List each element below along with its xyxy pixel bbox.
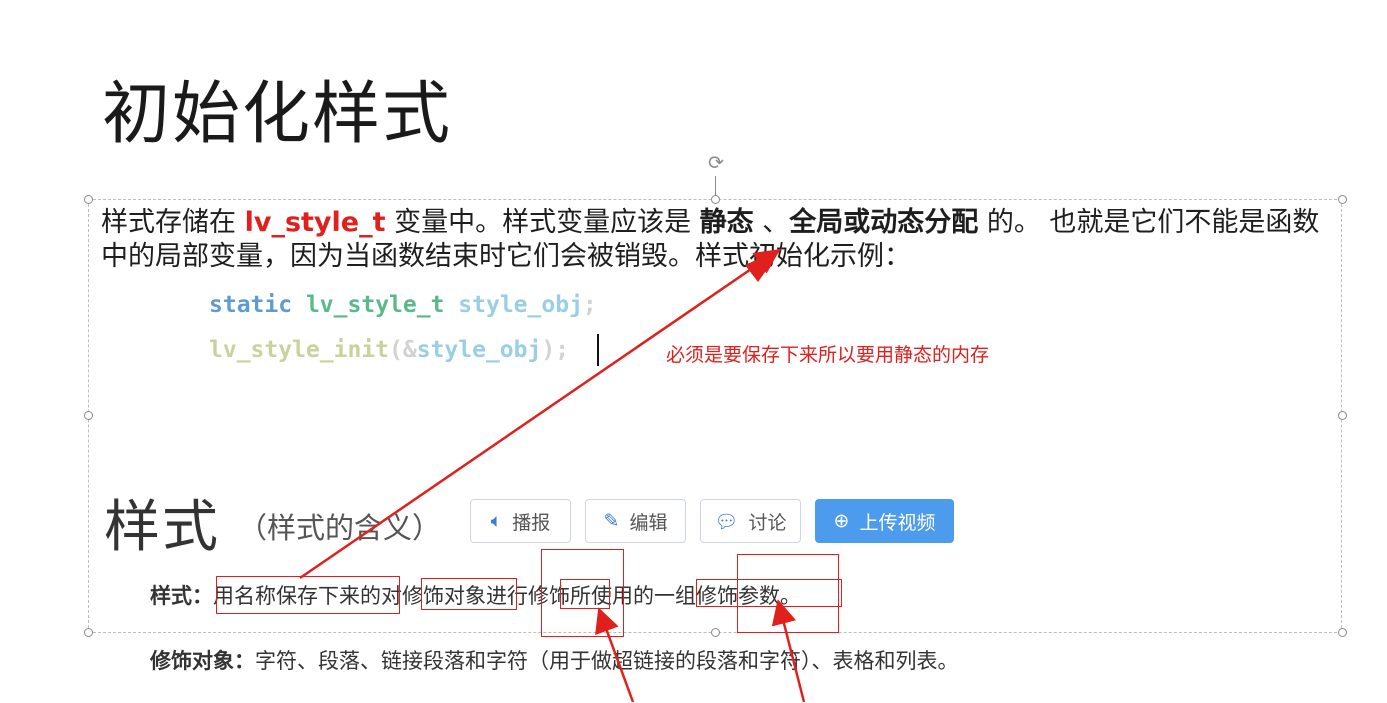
slide: 初始化样式 ⟳ 样式存储在 lv_style_t 变量中。样式变量应该是 静态 … [0,0,1387,703]
arrow-to-static [299,249,781,580]
arrow-to-params [771,599,806,703]
arrow-to-decorate [595,607,635,703]
annotation-arrows [299,248,806,703]
arrow-to-static-head [745,248,782,282]
